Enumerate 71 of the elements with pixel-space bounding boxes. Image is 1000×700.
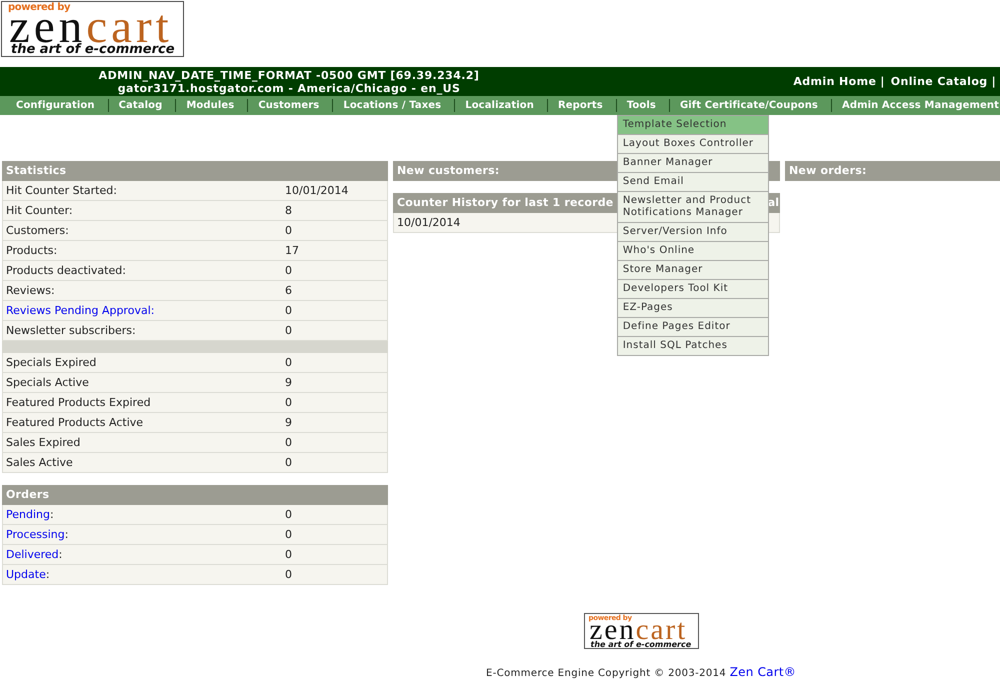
table-cell-text: Specials Active bbox=[5, 375, 90, 391]
table-cell-text: Sales Expired bbox=[5, 435, 82, 451]
dropdown-menu-item[interactable]: Who's Online bbox=[616, 242, 769, 261]
table-cell-text: 0 bbox=[284, 567, 293, 583]
table-cell-text: Hit Counter: bbox=[5, 203, 74, 219]
dropdown-menu-item[interactable]: Server/Version Info bbox=[616, 223, 769, 242]
dropdown-menu-item[interactable]: Layout Boxes Controller bbox=[616, 135, 769, 154]
dropdown-menu-item[interactable]: Template Selection bbox=[616, 115, 769, 135]
dropdown-menu-item[interactable]: Send Email bbox=[616, 173, 769, 192]
zen-cart-link[interactable]: Zen Cart® bbox=[730, 665, 796, 679]
powered-by-text: powered by bbox=[8, 3, 70, 12]
panel-header: New orders: bbox=[785, 161, 1000, 181]
header-link[interactable]: Admin Home bbox=[793, 75, 876, 88]
table-cell-text: 0 bbox=[284, 507, 293, 523]
table-cell-text: 10/01/2014 bbox=[396, 215, 460, 231]
table-cell-text: Products deactivated: bbox=[5, 263, 127, 279]
server-info-text: ADMIN_NAV_DATE_TIME_FORMAT -0500 GMT [69.39.234.2] bbox=[98, 68, 480, 82]
table-cell-text: Newsletter subscribers: bbox=[5, 323, 137, 339]
dropdown-menu-item[interactable]: Define Pages Editor bbox=[616, 318, 769, 337]
table-cell-text: Pending: bbox=[5, 507, 55, 523]
order-status-link[interactable]: Delivered bbox=[6, 548, 59, 561]
table-cell-text: 0 bbox=[284, 355, 293, 371]
table-cell-text: 17 bbox=[284, 243, 300, 259]
logo-wordmark: zencart bbox=[590, 621, 688, 640]
table-cell-text: 9 bbox=[284, 415, 293, 431]
order-status-link[interactable]: Update bbox=[6, 568, 46, 581]
table-cell-text: Processing: bbox=[5, 527, 70, 543]
table-cell-text: Reviews: bbox=[5, 283, 56, 299]
table-cell-text: 10/01/2014 bbox=[284, 183, 350, 199]
table-cell-text: Specials Expired bbox=[5, 355, 98, 371]
link-separator: | bbox=[880, 75, 885, 88]
table-cell-text: 6 bbox=[284, 283, 293, 299]
dropdown-menu-item[interactable]: Developers Tool Kit bbox=[616, 280, 769, 299]
order-status-link[interactable]: Pending bbox=[6, 508, 50, 521]
table-cell-text: Hit Counter Started: bbox=[5, 183, 118, 199]
panel-header: Statistics bbox=[2, 161, 388, 181]
panel-header-text: al bbox=[768, 195, 779, 211]
table-cell-text: 0 bbox=[284, 435, 293, 451]
dropdown-menu-item[interactable]: EZ-Pages bbox=[616, 299, 769, 318]
copyright-text: E-Commerce Engine Copyright © 2003-2014 Zen Cart® bbox=[486, 665, 796, 679]
panel-header: Orders bbox=[2, 485, 388, 505]
table-cell-text: 0 bbox=[284, 303, 293, 319]
dropdown-menu-item[interactable]: Banner Manager bbox=[616, 154, 769, 173]
order-status-link[interactable]: Processing bbox=[6, 528, 65, 541]
table-cell-text: 0 bbox=[284, 395, 293, 411]
table-cell-text: 8 bbox=[284, 203, 293, 219]
dropdown-menu-item[interactable]: Store Manager bbox=[616, 261, 769, 280]
table-cell-text: 0 bbox=[284, 455, 293, 471]
table-cell-text: Sales Active bbox=[5, 455, 74, 471]
header-link[interactable]: Online Catalog bbox=[890, 75, 988, 88]
server-info-text: gator3171.hostgator.com - America/Chicago - en_US bbox=[118, 82, 462, 94]
logo-tagline: the art of e-commerce bbox=[11, 43, 175, 57]
table-cell-text: 0 bbox=[284, 323, 293, 339]
table-cell-text: Featured Products Active bbox=[5, 415, 144, 431]
table-cell-text: Delivered: bbox=[5, 547, 64, 563]
table-cell-text: 9 bbox=[284, 375, 293, 391]
dropdown-menu-item[interactable]: Newsletter and Product Notifications Manager bbox=[616, 192, 769, 223]
table-cell-text: 0 bbox=[284, 527, 293, 543]
logo-wordmark: zencart bbox=[9, 12, 173, 43]
table-cell-text: Customers: bbox=[5, 223, 70, 239]
table-cell-text: Featured Products Expired bbox=[5, 395, 152, 411]
link-separator: | bbox=[992, 75, 996, 88]
table-cell-text: 0 bbox=[284, 263, 293, 279]
dropdown-menu-item[interactable]: Install SQL Patches bbox=[616, 337, 769, 356]
table-cell-text: 0 bbox=[284, 223, 293, 239]
table-cell-text: Products: bbox=[5, 243, 58, 259]
table-cell-text: Update: bbox=[5, 567, 51, 583]
logo-tagline: the art of e-commerce bbox=[590, 640, 692, 649]
panel-header-text: Counter History for last 1 recorde bbox=[397, 195, 614, 211]
table-cell-text: 0 bbox=[284, 547, 293, 563]
table-link[interactable]: Reviews Pending Approval: bbox=[6, 304, 154, 317]
